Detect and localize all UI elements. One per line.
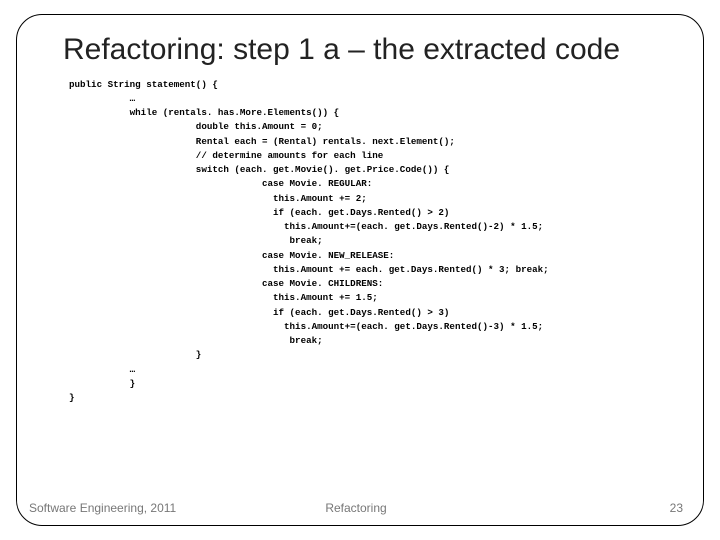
code-line: … [69, 93, 135, 104]
footer-left: Software Engineering, 2011 [29, 501, 176, 515]
code-line: if (each. get.Days.Rented() > 2) [69, 207, 449, 218]
code-line: this.Amount+=(each. get.Days.Rented()-2)… [69, 221, 543, 232]
footer: Software Engineering, 2011 Refactoring 2… [29, 501, 683, 515]
code-block: public String statement() { … while (ren… [69, 78, 679, 406]
code-line: // determine amounts for each line [69, 150, 383, 161]
footer-page-number: 23 [670, 501, 683, 515]
code-line: break; [69, 235, 323, 246]
code-line: } [69, 378, 135, 389]
code-line: this.Amount+=(each. get.Days.Rented()-3)… [69, 321, 543, 332]
code-line: this.Amount += each. get.Days.Rented() *… [69, 264, 549, 275]
code-line: while (rentals. has.More.Elements()) { [69, 107, 339, 118]
code-line: case Movie. CHILDRENS: [69, 278, 383, 289]
code-line: public String statement() { [69, 79, 218, 90]
code-line: if (each. get.Days.Rented() > 3) [69, 307, 449, 318]
slide-title: Refactoring: step 1 a – the extracted co… [63, 33, 679, 68]
code-line: case Movie. NEW_RELEASE: [69, 250, 394, 261]
code-line: } [69, 349, 201, 360]
code-line: … [69, 364, 135, 375]
code-line: this.Amount += 2; [69, 193, 367, 204]
code-line: } [69, 392, 75, 403]
code-line: case Movie. REGULAR: [69, 178, 372, 189]
slide: Refactoring: step 1 a – the extracted co… [0, 0, 720, 540]
code-line: double this.Amount = 0; [69, 121, 323, 132]
code-line: switch (each. get.Movie(). get.Price.Cod… [69, 164, 449, 175]
code-line: Rental each = (Rental) rentals. next.Ele… [69, 136, 455, 147]
code-line: break; [69, 335, 323, 346]
code-line: this.Amount += 1.5; [69, 292, 378, 303]
slide-frame: Refactoring: step 1 a – the extracted co… [16, 14, 704, 526]
